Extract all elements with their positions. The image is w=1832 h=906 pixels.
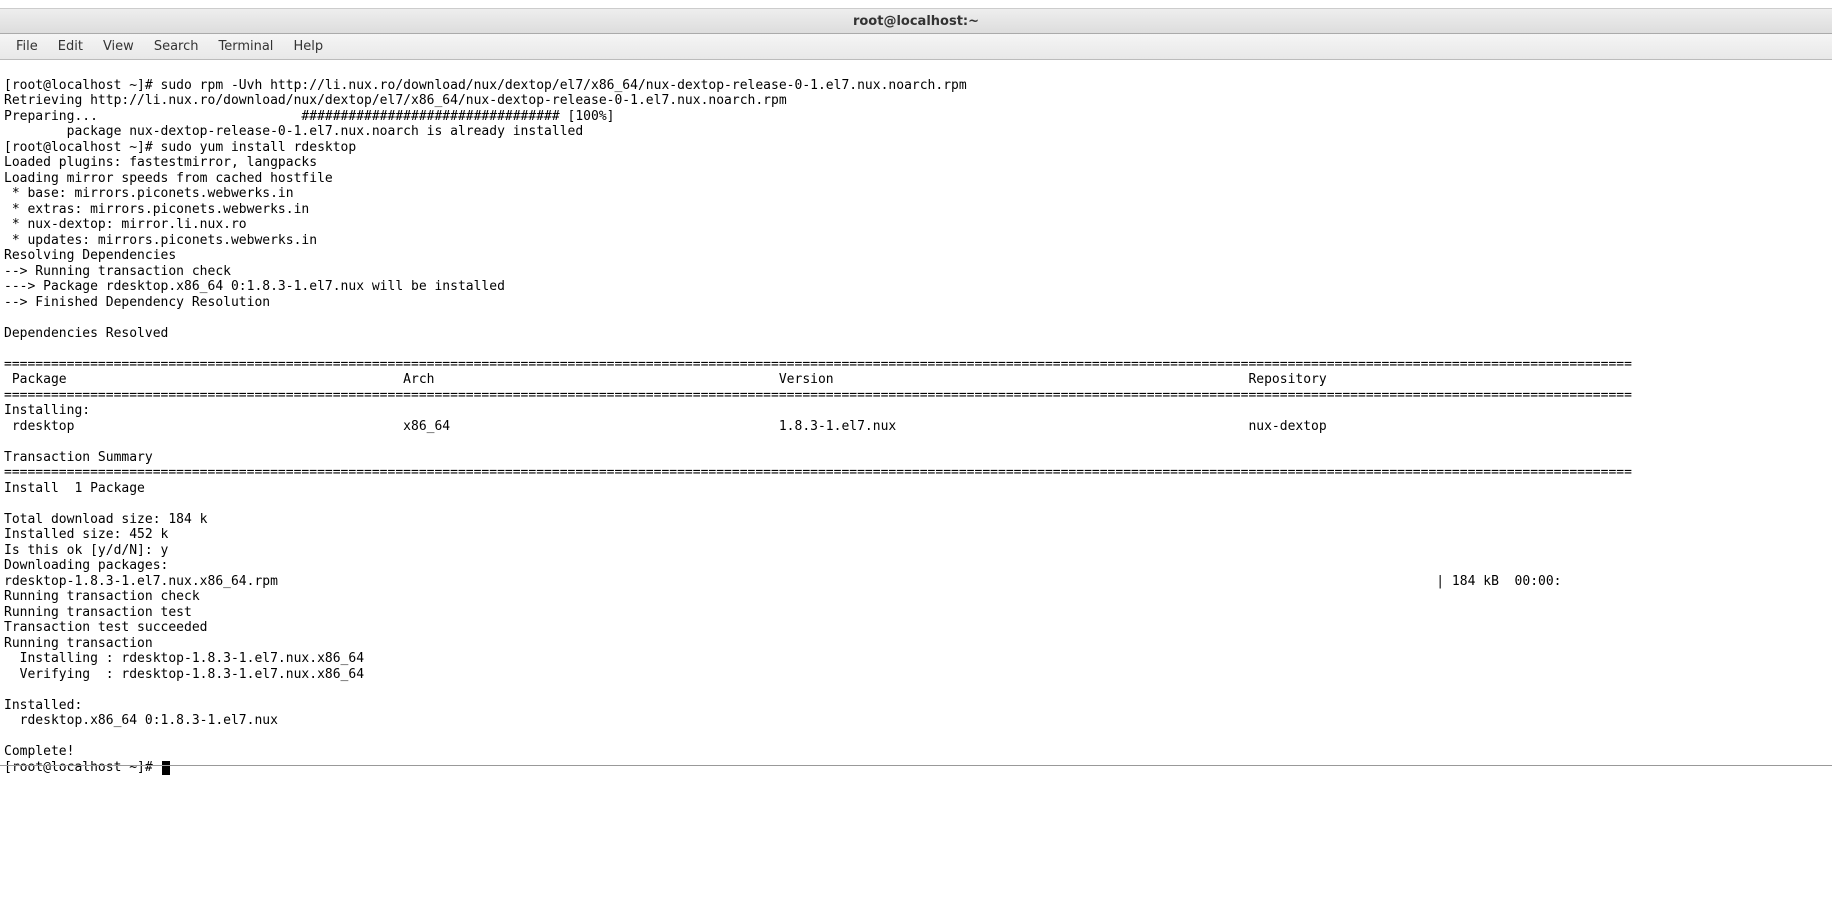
menu-view[interactable]: View bbox=[93, 34, 144, 59]
terminal-line: Package Arch Version Repository bbox=[4, 372, 1632, 387]
menu-help[interactable]: Help bbox=[283, 34, 333, 59]
terminal-line: Installing : rdesktop-1.8.3-1.el7.nux.x8… bbox=[4, 651, 1593, 666]
terminal-line: rdesktop x86_64 1.8.3-1.el7.nux nux-dext… bbox=[4, 419, 1624, 434]
terminal-line: Total download size: 184 k bbox=[4, 512, 208, 527]
window-bottom-border bbox=[0, 765, 1832, 766]
terminal-prompt: [root@localhost ~]# bbox=[4, 760, 161, 775]
terminal-line: [root@localhost ~]# sudo yum install rde… bbox=[4, 140, 356, 155]
terminal-line: rdesktop-1.8.3-1.el7.nux.x86_64.rpm | 18… bbox=[4, 574, 1562, 589]
menu-edit[interactable]: Edit bbox=[48, 34, 93, 59]
terminal-line: Install 1 Package bbox=[4, 481, 145, 496]
terminal-line: Dependencies Resolved bbox=[4, 326, 168, 341]
terminal-line: Running transaction test bbox=[4, 605, 192, 620]
terminal-line: Loading mirror speeds from cached hostfi… bbox=[4, 171, 333, 186]
terminal-line: * extras: mirrors.piconets.webwerks.in bbox=[4, 202, 309, 217]
menubar: File Edit View Search Terminal Help bbox=[0, 34, 1832, 60]
terminal-line: Preparing... ###########################… bbox=[4, 109, 614, 124]
terminal-line: Installing: bbox=[4, 403, 90, 418]
terminal-line: * updates: mirrors.piconets.webwerks.in bbox=[4, 233, 317, 248]
terminal-line: Retrieving http://li.nux.ro/download/nux… bbox=[4, 93, 787, 108]
terminal-line: rdesktop.x86_64 0:1.8.3-1.el7.nux bbox=[4, 713, 278, 728]
terminal-line: Loaded plugins: fastestmirror, langpacks bbox=[4, 155, 317, 170]
terminal-line: Verifying : rdesktop-1.8.3-1.el7.nux.x86… bbox=[4, 667, 1593, 682]
terminal-line: ========================================… bbox=[4, 465, 1632, 480]
terminal-line: Downloading packages: bbox=[4, 558, 168, 573]
window-title: root@localhost:~ bbox=[853, 14, 979, 29]
terminal-line: Complete! bbox=[4, 744, 74, 759]
terminal-line: Running transaction bbox=[4, 636, 153, 651]
terminal-cursor bbox=[162, 761, 170, 775]
terminal-line: [root@localhost ~]# sudo rpm -Uvh http:/… bbox=[4, 78, 967, 93]
terminal-line: --> Running transaction check bbox=[4, 264, 231, 279]
menu-file[interactable]: File bbox=[6, 34, 48, 59]
terminal-line: ========================================… bbox=[4, 357, 1632, 372]
terminal-line: Transaction test succeeded bbox=[4, 620, 208, 635]
terminal-output[interactable]: [root@localhost ~]# sudo rpm -Uvh http:/… bbox=[0, 60, 1832, 777]
terminal-line: Installed: bbox=[4, 698, 82, 713]
terminal-line: Running transaction check bbox=[4, 589, 200, 604]
terminal-line: * nux-dextop: mirror.li.nux.ro bbox=[4, 217, 247, 232]
terminal-line: ========================================… bbox=[4, 388, 1632, 403]
terminal-line: Is this ok [y/d/N]: y bbox=[4, 543, 168, 558]
terminal-line: package nux-dextop-release-0-1.el7.nux.n… bbox=[4, 124, 583, 139]
terminal-line: --> Finished Dependency Resolution bbox=[4, 295, 270, 310]
terminal-line: ---> Package rdesktop.x86_64 0:1.8.3-1.e… bbox=[4, 279, 505, 294]
menu-terminal[interactable]: Terminal bbox=[208, 34, 283, 59]
terminal-line: * base: mirrors.piconets.webwerks.in bbox=[4, 186, 294, 201]
terminal-line: Installed size: 452 k bbox=[4, 527, 168, 542]
window-titlebar: root@localhost:~ bbox=[0, 8, 1832, 34]
menu-search[interactable]: Search bbox=[144, 34, 209, 59]
terminal-line: Resolving Dependencies bbox=[4, 248, 176, 263]
terminal-line: Transaction Summary bbox=[4, 450, 153, 465]
